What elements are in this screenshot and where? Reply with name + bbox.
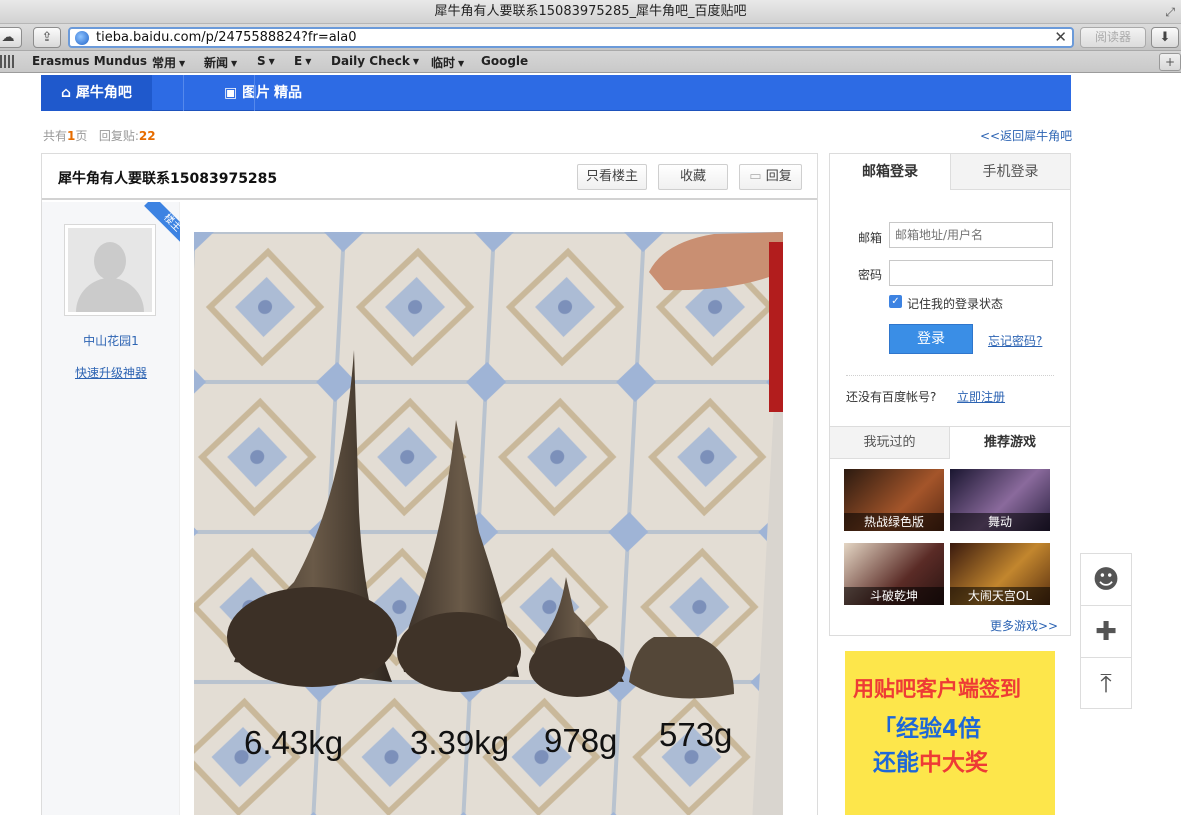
bookmark-temp[interactable]: 临时 ▼	[431, 54, 464, 71]
game-tile[interactable]: 舞动	[950, 469, 1050, 531]
globe-icon	[75, 31, 89, 45]
email-field[interactable]	[889, 222, 1053, 248]
reply-count: 22	[138, 129, 156, 143]
chevron-down-icon: ▼	[231, 59, 238, 68]
thread-meta: 共有1页 回复贴:22	[43, 129, 156, 143]
forgot-password-link[interactable]: 忘记密码?	[988, 332, 1042, 349]
game-name: 舞动	[950, 513, 1050, 531]
password-label: 密码	[858, 268, 883, 282]
weight-label-3: 978g	[544, 722, 618, 759]
nav-divider	[254, 75, 255, 111]
new-tab-button[interactable]: +	[1159, 53, 1181, 71]
tab-recommended-games[interactable]: 推荐游戏	[950, 427, 1070, 459]
tab-phone-login[interactable]: 手机登录	[950, 154, 1070, 190]
favorite-button[interactable]: 收藏	[658, 164, 728, 190]
back-to-top-icon[interactable]: ⤒	[1081, 658, 1131, 710]
avatar-body	[76, 278, 144, 312]
upgrade-link[interactable]: 快速升级神器	[42, 364, 180, 381]
share-icon[interactable]: ⇪	[33, 27, 61, 48]
games-panel: 我玩过的 推荐游戏 热战绿色版 舞动 斗破乾坤 大闹天宫OL 更多游戏>>	[829, 426, 1071, 636]
bookmarks-bar: Erasmus Mundus 常用 ▼ 新闻 ▼ S ▼ E ▼ Daily Check…	[0, 51, 1181, 73]
password-field[interactable]	[889, 260, 1053, 286]
floating-toolbar: ☻ ✚ ⤒	[1080, 553, 1132, 709]
game-name: 斗破乾坤	[844, 587, 944, 605]
register-link[interactable]: 立即注册	[957, 388, 1005, 405]
chevron-down-icon: ▼	[305, 57, 312, 66]
op-badge: 楼主	[140, 202, 180, 242]
login-button[interactable]: 登录	[889, 324, 973, 354]
chevron-down-icon: ▼	[412, 57, 420, 66]
game-name: 大闹天宫OL	[950, 587, 1050, 605]
post-header: 犀牛角有人要联系15083975285 只看楼主 收藏 ▭ 回复	[42, 154, 817, 200]
chevron-down-icon: ▼	[179, 59, 186, 68]
bookmark-daily-check[interactable]: Daily Check ▼	[331, 54, 419, 68]
game-tile[interactable]: 大闹天宫OL	[950, 543, 1050, 605]
chevron-down-icon: ▼	[268, 57, 275, 66]
back-to-forum-link[interactable]: <<返回犀牛角吧	[980, 127, 1072, 144]
tab-played-games[interactable]: 我玩过的	[830, 427, 950, 459]
browser-toolbar: ☁ ⇪ ✕ 阅读器 ⬇	[0, 24, 1181, 51]
no-account-text: 还没有百度帐号?	[846, 390, 937, 404]
grid-icon[interactable]	[0, 55, 14, 68]
nav-images[interactable]: ▣ 图片	[184, 75, 270, 111]
weight-label-2: 3.39kg	[410, 724, 510, 761]
forum-nav: ⌂ 犀牛角吧 ▣ 图片 精品	[41, 75, 1071, 111]
right-sidebar: 邮箱登录 手机登录 邮箱 密码 ✓ 记住我的登录状态 登录 忘记密码? 还没有百…	[829, 153, 1071, 815]
reply-button[interactable]: ▭ 回复	[739, 164, 802, 190]
avatar-head	[94, 242, 126, 280]
only-op-button[interactable]: 只看楼主	[577, 164, 647, 190]
comment-icon: ▭	[749, 169, 762, 184]
tab-email-login[interactable]: 邮箱登录	[830, 154, 950, 190]
plus-icon[interactable]: ✚	[1081, 606, 1131, 658]
home-icon: ⌂	[61, 85, 72, 101]
remember-label: 记住我的登录状态	[907, 297, 1004, 311]
weight-label-4: 573g	[659, 716, 733, 753]
author-sidebar: 中山花园1 快速升级神器	[42, 202, 180, 815]
bookmark-common[interactable]: 常用 ▼	[152, 54, 185, 71]
ad-line-2: 「经验4倍	[873, 716, 982, 742]
emoji-icon[interactable]: ☻	[1081, 554, 1131, 606]
login-divider	[846, 375, 1054, 376]
bookmark-news[interactable]: 新闻 ▼	[204, 54, 237, 71]
author-name[interactable]: 中山花园1	[42, 332, 180, 349]
reader-button[interactable]: 阅读器	[1080, 27, 1146, 48]
horn-1-base	[227, 587, 397, 687]
horn-3-base	[529, 637, 625, 697]
email-label: 邮箱	[858, 231, 883, 245]
game-tile[interactable]: 斗破乾坤	[844, 543, 944, 605]
chevron-down-icon: ▼	[458, 59, 465, 68]
download-icon[interactable]: ⬇	[1151, 27, 1179, 48]
bookmark-google[interactable]: Google	[481, 54, 528, 68]
client-signin-ad[interactable]: 用贴吧客户端签到 「经验4倍 还能中大奖	[845, 651, 1055, 815]
window-title: 犀牛角有人要联系15083975285_犀牛角吧_百度贴吧	[434, 4, 747, 19]
window-title-bar: 犀牛角有人要联系15083975285_犀牛角吧_百度贴吧 ⤢	[0, 0, 1181, 24]
image-icon: ▣	[224, 85, 238, 101]
login-panel: 邮箱登录 手机登录 邮箱 密码 ✓ 记住我的登录状态 登录 忘记密码? 还没有百…	[829, 153, 1071, 427]
cloud-icon[interactable]: ☁	[0, 27, 22, 48]
post-container: 犀牛角有人要联系15083975285 只看楼主 收藏 ▭ 回复 中山花园1 快…	[41, 153, 818, 815]
post-title: 犀牛角有人要联系15083975285	[58, 171, 278, 187]
clear-url-icon[interactable]: ✕	[1054, 28, 1067, 46]
bookmark-s[interactable]: S ▼	[257, 54, 275, 68]
address-bar[interactable]: ✕	[68, 27, 1074, 48]
game-name: 热战绿色版	[844, 513, 944, 531]
ad-line-1: 用贴吧客户端签到	[853, 677, 1021, 701]
horn-2-base	[397, 612, 521, 692]
rhino-horn-photo[interactable]: 6.43kg 3.39kg 978g 573g	[194, 232, 783, 815]
url-input[interactable]	[96, 29, 1046, 46]
ad-line-3: 还能中大奖	[873, 750, 988, 776]
fullscreen-icon[interactable]: ⤢	[1165, 0, 1175, 24]
more-games-link[interactable]: 更多游戏>>	[990, 617, 1058, 634]
nav-home[interactable]: ⌂ 犀牛角吧	[41, 75, 152, 111]
game-tile[interactable]: 热战绿色版	[844, 469, 944, 531]
nav-featured[interactable]: 精品	[274, 75, 302, 111]
bookmark-e[interactable]: E ▼	[294, 54, 311, 68]
bookmark-erasmus[interactable]: Erasmus Mundus	[32, 54, 147, 68]
page-content: ⌂ 犀牛角吧 ▣ 图片 精品 共有1页 回复贴:22 <<返回犀牛角吧 犀牛角有…	[0, 73, 1181, 815]
red-object	[769, 242, 783, 412]
op-badge-label: 楼主	[144, 202, 180, 242]
weight-label-1: 6.43kg	[244, 724, 344, 761]
remember-checkbox[interactable]: ✓	[889, 295, 902, 308]
